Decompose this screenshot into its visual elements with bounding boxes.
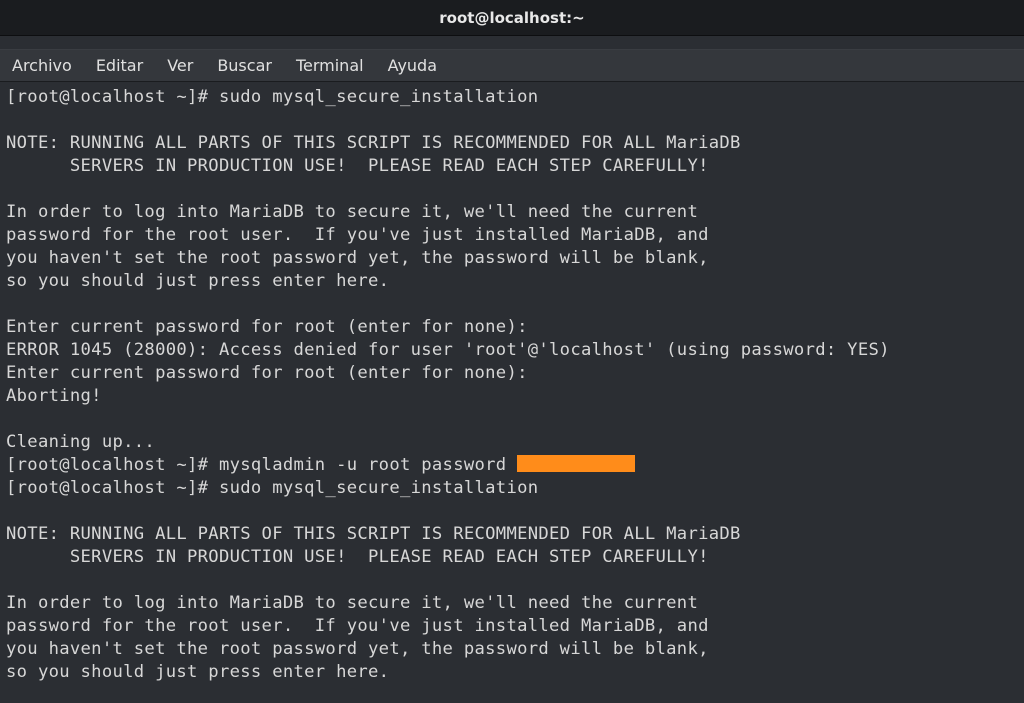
term-line: Enter current password for root (enter f…	[6, 317, 528, 337]
term-line: [root@localhost ~]# sudo mysql_secure_in…	[6, 478, 538, 498]
menu-archivo[interactable]: Archivo	[12, 56, 72, 75]
term-line: ERROR 1045 (28000): Access denied for us…	[6, 340, 890, 360]
term-line: you haven't set the root password yet, t…	[6, 248, 709, 268]
terminal-output[interactable]: [root@localhost ~]# sudo mysql_secure_in…	[0, 82, 1024, 688]
term-line: [root@localhost ~]# mysqladmin -u root p…	[6, 455, 517, 475]
menu-editar[interactable]: Editar	[96, 56, 143, 75]
menu-buscar[interactable]: Buscar	[217, 56, 272, 75]
term-line: NOTE: RUNNING ALL PARTS OF THIS SCRIPT I…	[6, 133, 741, 153]
menu-terminal[interactable]: Terminal	[296, 56, 364, 75]
term-line: [root@localhost ~]# sudo mysql_secure_in…	[6, 87, 538, 107]
term-line: so you should just press enter here.	[6, 271, 389, 291]
term-line: In order to log into MariaDB to secure i…	[6, 202, 698, 222]
menu-ayuda[interactable]: Ayuda	[388, 56, 437, 75]
term-line: SERVERS IN PRODUCTION USE! PLEASE READ E…	[6, 156, 709, 176]
term-line: you haven't set the root password yet, t…	[6, 639, 709, 659]
term-line: password for the root user. If you've ju…	[6, 225, 709, 245]
term-line: SERVERS IN PRODUCTION USE! PLEASE READ E…	[6, 547, 709, 567]
redacted-password	[517, 455, 635, 472]
term-line: password for the root user. If you've ju…	[6, 616, 709, 636]
titlebar-separator	[0, 36, 1024, 50]
term-line: so you should just press enter here.	[6, 662, 389, 682]
window-titlebar: root@localhost:~	[0, 0, 1024, 36]
menubar: Archivo Editar Ver Buscar Terminal Ayuda	[0, 50, 1024, 82]
window-title: root@localhost:~	[439, 9, 584, 27]
term-line: NOTE: RUNNING ALL PARTS OF THIS SCRIPT I…	[6, 524, 741, 544]
term-line: In order to log into MariaDB to secure i…	[6, 593, 698, 613]
term-line: Cleaning up...	[6, 432, 155, 452]
menu-ver[interactable]: Ver	[167, 56, 193, 75]
term-line: Aborting!	[6, 386, 102, 406]
term-line: Enter current password for root (enter f…	[6, 363, 528, 383]
